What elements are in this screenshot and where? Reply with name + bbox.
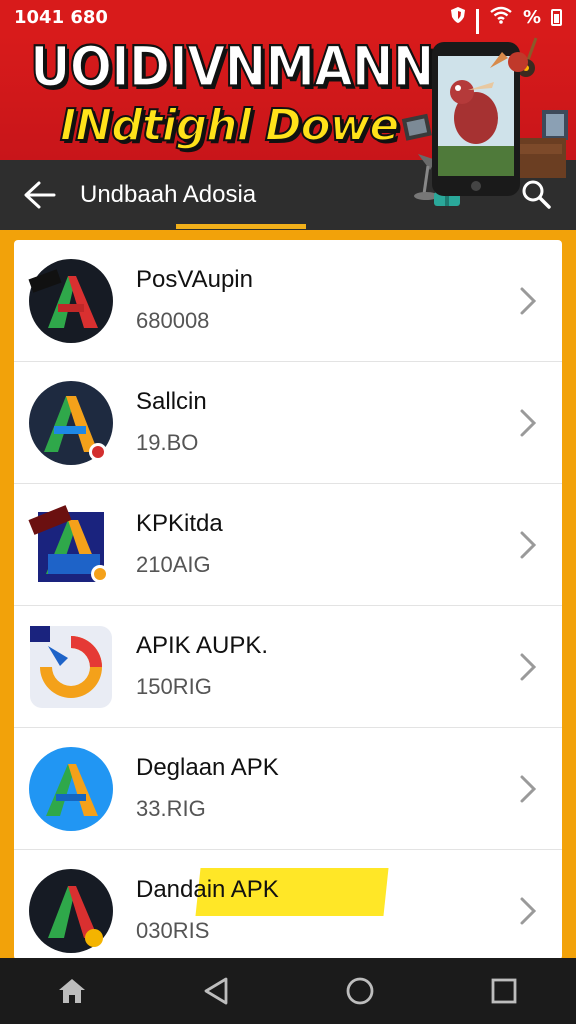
chevron-right-icon <box>520 287 537 315</box>
app-name: PosVAupin <box>136 266 253 293</box>
navigation-bar <box>0 958 576 1024</box>
banner-title: UOIDIVNMANNIA <box>29 34 491 100</box>
app-size: 19.BO <box>136 430 199 455</box>
back-button[interactable] <box>0 160 80 230</box>
app-name: Deglaan APK <box>136 754 279 781</box>
nav-back-button[interactable] <box>186 961 246 1021</box>
list-item[interactable]: Sallcin 19.BO <box>14 362 562 484</box>
search-icon <box>522 180 551 209</box>
red-green-a-icon <box>29 869 113 953</box>
green-orange-a-icon <box>29 381 113 465</box>
battery-icon <box>551 8 562 26</box>
shield-icon <box>450 6 466 29</box>
list-item[interactable]: Deglaan APK 33.RIG <box>14 728 562 850</box>
status-icons: % <box>450 6 562 63</box>
search-button[interactable] <box>516 174 556 214</box>
status-percent: % <box>522 6 541 28</box>
list-item[interactable]: KPKitda 210AIG <box>14 484 562 606</box>
home-icon <box>59 979 85 1003</box>
orange-ring-icon <box>30 626 112 708</box>
toolbar-title: Undbaah Adosia <box>80 181 257 208</box>
recents-button[interactable] <box>474 961 534 1021</box>
banner-subtitle: INdtighl Dowe <box>59 99 400 152</box>
chevron-right-icon <box>520 897 537 925</box>
home-button[interactable] <box>42 961 102 1021</box>
chevron-right-icon <box>520 409 537 437</box>
green-blue-a-icon <box>28 505 109 583</box>
status-bar: 1041 680 % <box>0 0 576 63</box>
app-name: APIK AUPK. <box>136 632 269 659</box>
list-item[interactable]: Dandain APK 030RIS <box>14 850 562 960</box>
app-size: 210AIG <box>136 552 211 577</box>
app-name: Dandain APK <box>136 876 279 903</box>
list-item[interactable]: APIK AUPK. 150RIG <box>14 606 562 728</box>
list-item[interactable]: PosVAupin 680008 <box>14 240 562 362</box>
app-size: 33.RIG <box>136 796 206 821</box>
wifi-icon <box>489 6 513 29</box>
status-time: 1041 680 <box>14 6 108 28</box>
back-triangle-icon <box>204 977 228 1005</box>
app-list: PosVAupin 680008 Sallcin 19.BO KPKitda 2… <box>14 240 562 960</box>
recents-icon <box>491 978 517 1004</box>
app-name: Sallcin <box>136 388 207 415</box>
tab-indicator <box>176 224 306 229</box>
app-size: 030RIS <box>136 918 210 943</box>
app-name: KPKitda <box>136 510 223 537</box>
red-green-a-icon <box>28 259 113 343</box>
arrow-left-icon <box>24 181 56 209</box>
app-size: 150RIG <box>136 674 212 699</box>
app-size: 680008 <box>136 308 210 333</box>
chevron-right-icon <box>520 531 537 559</box>
chevron-right-icon <box>520 775 537 803</box>
circle-home-icon <box>346 977 374 1005</box>
nav-home-button[interactable] <box>330 961 390 1021</box>
chevron-right-icon <box>520 653 537 681</box>
blue-a-icon <box>29 747 113 831</box>
signal-icon <box>475 9 479 63</box>
